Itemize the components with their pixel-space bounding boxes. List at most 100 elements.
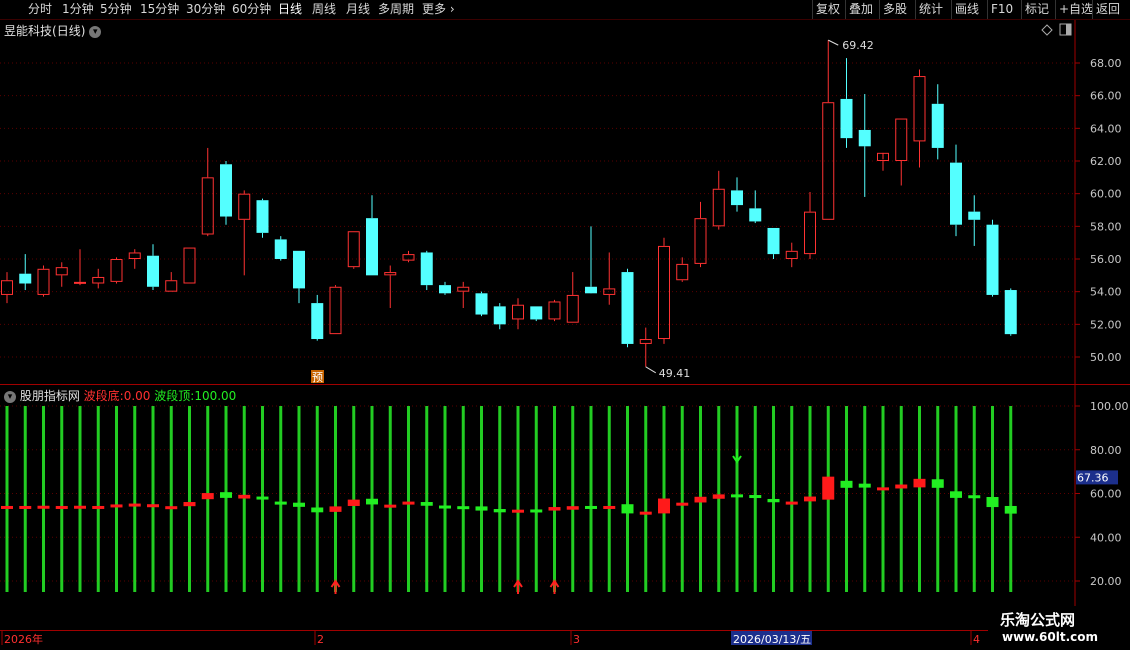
- indicator-block: [165, 506, 178, 510]
- indicator-block: [183, 502, 196, 507]
- indicator-block: [110, 504, 123, 508]
- low-label: 49.41: [659, 367, 691, 380]
- candle-body: [19, 273, 32, 284]
- candle: [475, 291, 488, 317]
- candle-body: [110, 259, 123, 282]
- date-label: 3: [573, 633, 580, 646]
- indicator-bar: [329, 406, 342, 592]
- indicator-bar: [1, 406, 13, 592]
- indicator-bar: [621, 406, 634, 592]
- candle: [457, 281, 470, 308]
- candle: [530, 306, 543, 322]
- candle: [858, 94, 871, 197]
- candle-body: [548, 301, 561, 320]
- candle-body: [530, 306, 543, 320]
- indicator-block: [457, 506, 470, 510]
- high-pointer: [828, 39, 839, 46]
- indicator-bar: [749, 406, 762, 592]
- indicator-block: [19, 505, 32, 509]
- candle: [1, 272, 13, 304]
- candle-body: [694, 218, 707, 264]
- date-label: 2: [317, 633, 324, 646]
- candle: [968, 195, 981, 246]
- watermark-title: 乐淘公式网: [1000, 611, 1076, 629]
- indicator-bar: [822, 406, 835, 592]
- indicator-bar: [512, 406, 524, 592]
- indicator-block: [968, 495, 981, 499]
- y-tick-label: 68.00: [1090, 57, 1122, 70]
- indicator-block: [913, 478, 926, 488]
- candle: [128, 249, 141, 269]
- candle: [877, 152, 889, 171]
- indicator-tick-label: 40.00: [1090, 531, 1122, 544]
- y-tick-label: 52.00: [1090, 318, 1122, 331]
- candle-body: [147, 255, 159, 287]
- indicator-bar: [804, 406, 816, 592]
- candle-body: [238, 193, 251, 220]
- candle-body: [128, 252, 141, 259]
- candle: [55, 262, 68, 287]
- candle: [1004, 288, 1017, 336]
- indicator-bar: [931, 406, 944, 592]
- indicator-bar: [603, 406, 616, 592]
- candle: [585, 226, 597, 294]
- candle-body: [220, 164, 232, 217]
- candle-body: [603, 288, 616, 295]
- candle: [676, 257, 689, 282]
- band-bottom-label: 波段底:: [83, 389, 124, 403]
- indicator-block: [530, 509, 543, 513]
- indicator-bar: [74, 406, 86, 592]
- indicator-bar: [895, 406, 908, 592]
- indicator-block: [220, 492, 232, 498]
- candle-body: [749, 208, 762, 222]
- candle-body: [475, 293, 488, 315]
- candle: [639, 327, 652, 367]
- indicator-bar: [767, 406, 780, 592]
- candle-body: [183, 247, 196, 284]
- chevron-down-icon[interactable]: ▾: [4, 390, 16, 403]
- band-top-value: 100.00: [194, 389, 237, 403]
- indicator-tick-label: 20.00: [1090, 575, 1122, 588]
- indicator-block: [1, 505, 13, 509]
- candle-body: [493, 306, 506, 325]
- candle: [621, 268, 634, 348]
- panel-toggle-icon[interactable]: [1059, 23, 1072, 36]
- candle-body: [439, 285, 451, 294]
- indicator-block: [548, 507, 561, 511]
- indicator-block: [238, 494, 251, 499]
- indicator-block: [676, 502, 689, 506]
- candle-body: [895, 118, 908, 161]
- candle-body: [165, 280, 178, 292]
- band-top-label: 波段顶:: [154, 389, 195, 403]
- y-tick-label: 56.00: [1090, 253, 1122, 266]
- indicator-bar: [147, 406, 159, 592]
- diamond-shape: [1041, 24, 1053, 36]
- y-tick-label: 66.00: [1090, 90, 1122, 103]
- candle: [712, 170, 725, 230]
- candle: [110, 257, 123, 284]
- indicator-bar: [950, 406, 962, 592]
- y-tick-label: 54.00: [1090, 286, 1122, 299]
- indicator-bar: [913, 406, 926, 592]
- y-tick-label: 50.00: [1090, 351, 1122, 364]
- indicator-bar: [676, 406, 689, 592]
- candle-body: [712, 188, 725, 227]
- candle: [493, 303, 506, 330]
- candlestick-series: [1, 40, 1017, 367]
- candle-body: [968, 211, 981, 220]
- candle: [402, 250, 415, 263]
- diamond-icon[interactable]: [1041, 24, 1053, 36]
- chart-frame: [0, 20, 1130, 631]
- indicator-block: [475, 506, 488, 511]
- candle: [822, 40, 835, 220]
- indicator-block: [256, 496, 269, 500]
- indicator-bar: [293, 406, 305, 592]
- indicator-bar: [566, 406, 579, 592]
- candle-body: [74, 281, 86, 284]
- chart-area: 68.00 66.00 64.00 62.00 60.00 58.00 56.00 54.00…: [0, 20, 1130, 646]
- forecast-marker[interactable]: 预: [311, 370, 324, 384]
- indicator-block: [293, 502, 305, 507]
- candle: [804, 192, 816, 259]
- date-label: 2026年: [4, 632, 43, 646]
- date-label: 4: [973, 633, 980, 646]
